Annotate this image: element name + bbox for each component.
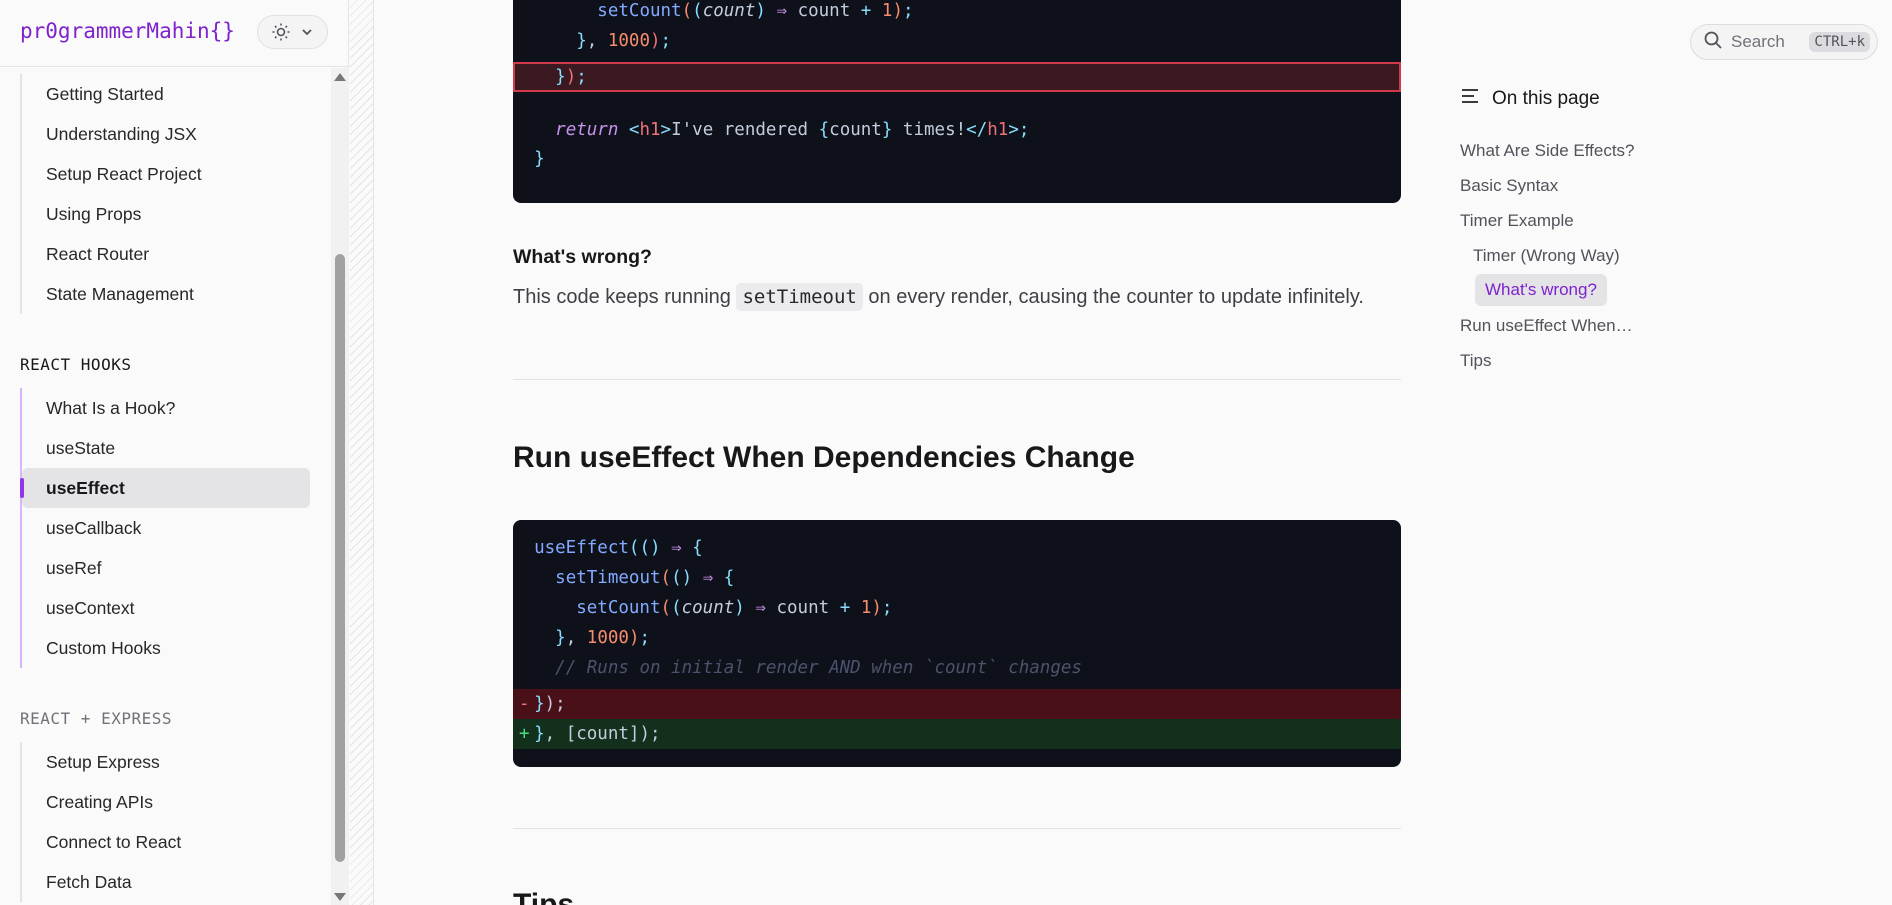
toc-item-basic-syntax[interactable]: Basic Syntax — [1460, 176, 1558, 196]
code-line: } — [534, 149, 545, 169]
scrollbar-thumb[interactable] — [335, 254, 345, 862]
sidebar-item-usestate[interactable]: useState — [22, 428, 310, 468]
heading-run-useeffect: Run useEffect When Dependencies Change — [513, 441, 1135, 474]
code-block-dependencies: useEffect(() ⇒ { setTimeout(() ⇒ { setCo… — [513, 520, 1401, 767]
diff-minus-icon: - — [519, 694, 530, 714]
toc-item-run-useeffect[interactable]: Run useEffect When… — [1460, 316, 1633, 336]
toc-title: On this page — [1492, 88, 1600, 109]
toc-item-side-effects[interactable]: What Are Side Effects? — [1460, 141, 1635, 161]
sidebar-item-useref[interactable]: useRef — [22, 548, 310, 588]
code-line: }, 1000); — [576, 31, 672, 51]
sidebar: pr0grammerMahin{} Getting Started Unders… — [0, 0, 349, 905]
sidebar-item-usecontext[interactable]: useContext — [22, 588, 310, 628]
sidebar-item-useeffect[interactable]: useEffect — [20, 468, 310, 508]
nav-group-basics: Getting Started Understanding JSX Setup … — [20, 74, 310, 314]
search-icon — [1703, 30, 1723, 55]
divider — [513, 828, 1401, 829]
sidebar-item-react-router[interactable]: React Router — [22, 234, 310, 274]
code-line-comment: // Runs on initial render AND when `coun… — [513, 653, 1401, 683]
sidebar-header: pr0grammerMahin{} — [0, 0, 349, 67]
chevron-down-icon — [300, 25, 314, 39]
paragraph-text: This code keeps running — [513, 286, 737, 308]
sidebar-item-usecallback[interactable]: useCallback — [22, 508, 310, 548]
sidebar-item-setup-react-project[interactable]: Setup React Project — [22, 154, 310, 194]
section-title-react-hooks: REACT HOOKS — [20, 355, 132, 374]
sidebar-item-custom-hooks[interactable]: Custom Hooks — [22, 628, 310, 668]
sidebar-item-understanding-jsx[interactable]: Understanding JSX — [22, 114, 310, 154]
heading-whats-wrong: What's wrong? — [513, 246, 652, 268]
sidebar-item-state-management[interactable]: State Management — [22, 274, 310, 314]
sidebar-item-getting-started[interactable]: Getting Started — [22, 74, 310, 114]
code-line: setCount((count) ⇒ count + 1); — [576, 598, 893, 618]
scroll-down-arrow-icon[interactable] — [334, 893, 346, 901]
divider — [513, 379, 1401, 380]
toc-item-timer-example[interactable]: Timer Example — [1460, 211, 1574, 231]
search-label: Search — [1731, 32, 1785, 51]
sidebar-nav: Getting Started Understanding JSX Setup … — [0, 68, 331, 905]
sidebar-item-what-is-a-hook[interactable]: What Is a Hook? — [22, 388, 310, 428]
toc-header: On this page — [1460, 87, 1600, 111]
inline-code-settimeout: setTimeout — [736, 283, 863, 311]
code-line: setCount((count) ⇒ count + 1); — [597, 1, 914, 21]
code-block-timer-wrong: setCount((count) ⇒ count + 1); }, 1000);… — [513, 0, 1401, 203]
code-comment: // Runs on initial render AND when `coun… — [555, 658, 1082, 678]
code-line-diff-added: + }, [count]); — [513, 719, 1401, 749]
code-line: useEffect(() ⇒ { — [534, 538, 703, 558]
paragraph-explanation: This code keeps running setTimeout on ev… — [513, 283, 1364, 311]
sidebar-item-creating-apis[interactable]: Creating APIs — [22, 782, 310, 822]
theme-toggle-button[interactable] — [257, 15, 328, 49]
toc-item-whats-wrong[interactable]: What's wrong? — [1475, 274, 1607, 306]
toc-item-timer-wrong-way[interactable]: Timer (Wrong Way) — [1473, 246, 1620, 266]
code-line: }, 1000); — [555, 628, 651, 648]
heading-tips: Tips — [513, 888, 575, 905]
nav-group-hooks: What Is a Hook? useState useEffect useCa… — [20, 388, 310, 668]
sun-icon — [271, 22, 291, 42]
nav-group-express: Setup Express Creating APIs Connect to R… — [20, 742, 310, 902]
sidebar-item-using-props[interactable]: Using Props — [22, 194, 310, 234]
code-line-diff-removed: - }); — [513, 689, 1401, 719]
section-title-react-express: REACT + EXPRESS — [20, 709, 172, 728]
search-button[interactable]: Search CTRL+k — [1690, 24, 1878, 60]
search-shortcut-badge: CTRL+k — [1809, 32, 1870, 52]
sidebar-item-connect-to-react[interactable]: Connect to React — [22, 822, 310, 862]
decorative-gutter — [350, 0, 374, 905]
paragraph-text: on every render, causing the counter to … — [862, 286, 1364, 308]
site-logo[interactable]: pr0grammerMahin{} — [20, 19, 235, 43]
sidebar-item-setup-express[interactable]: Setup Express — [22, 742, 310, 782]
sidebar-scrollbar[interactable] — [331, 68, 349, 905]
toc-item-tips[interactable]: Tips — [1460, 351, 1492, 371]
scroll-up-arrow-icon[interactable] — [334, 73, 346, 81]
sidebar-item-fetch-data[interactable]: Fetch Data — [22, 862, 310, 902]
align-left-icon — [1460, 87, 1480, 111]
code-line: return <h1>I've rendered {count} times!<… — [555, 120, 1030, 140]
code-line-highlighted-error: }); — [513, 62, 1401, 92]
code-line: setTimeout(() ⇒ { — [555, 568, 735, 588]
diff-plus-icon: + — [519, 724, 530, 744]
